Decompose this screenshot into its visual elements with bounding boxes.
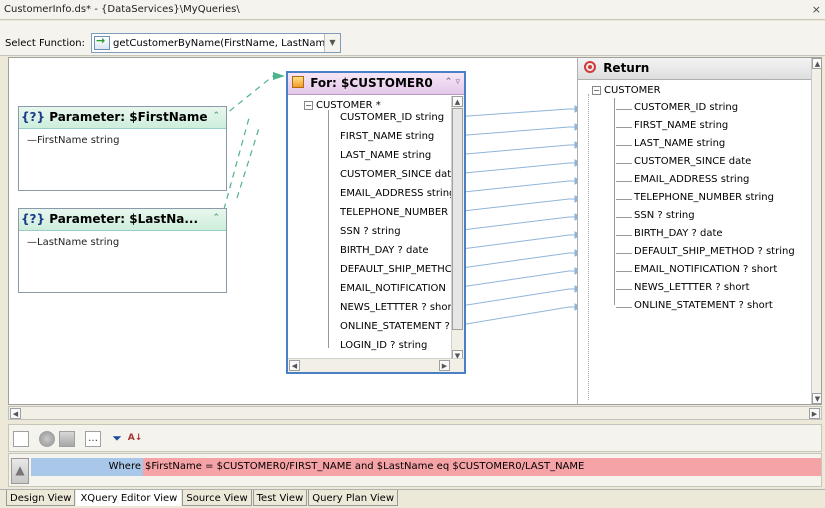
scroll-thumb[interactable] [452, 108, 463, 330]
for-field[interactable]: CUSTOMER_ID string [340, 112, 454, 123]
function-select[interactable]: getCustomerByName(FirstName, LastName) ▼ [91, 33, 341, 53]
return-field[interactable]: CUSTOMER_SINCE date [615, 156, 751, 167]
select-function-label: Select Function: [5, 38, 85, 49]
apply-icon[interactable] [59, 431, 75, 447]
for-field[interactable]: LAST_NAME string [340, 150, 454, 161]
return-field[interactable]: BIRTH_DAY ? date [616, 228, 723, 239]
for-box-header[interactable]: For: $CUSTOMER0 ⌃ ▿ [288, 73, 464, 95]
tree-root[interactable]: − CUSTOMER * [304, 100, 381, 111]
collapse-icon[interactable]: ⌃ [212, 213, 220, 223]
return-field[interactable]: FIRST_NAME string [615, 120, 728, 131]
for-icon [292, 76, 304, 88]
window-title: CustomerInfo.ds* - {DataServices}\MyQuer… [4, 4, 240, 15]
param-field: —FirstName string [27, 135, 120, 146]
for-field[interactable]: DEFAULT_SHIP_METHC [340, 264, 454, 275]
tab-test-view[interactable]: Test View [252, 490, 308, 506]
function-select-value: getCustomerByName(FirstName, LastName) [113, 37, 336, 49]
canvas-vscrollbar[interactable]: ▲ ▼ [811, 58, 821, 404]
canvas-hscrollbar[interactable]: ◀ ▶ [8, 406, 822, 420]
tab-design-view[interactable]: Design View [6, 490, 76, 506]
tab-xquery-editor-view[interactable]: XQuery Editor View [76, 490, 182, 506]
more-button[interactable]: … [85, 431, 101, 447]
where-expression[interactable]: $FirstName = $CUSTOMER0/FIRST_NAME and $… [143, 458, 821, 476]
where-toolbar: … ⏷ A↓ [8, 424, 822, 452]
for-field[interactable]: CUSTOMER_SINCE dat [340, 169, 454, 180]
where-keyword: Where [31, 458, 143, 476]
for-box-vscrollbar[interactable]: ▲ ▼ [451, 96, 464, 361]
return-box-header[interactable]: Return [578, 58, 821, 80]
link-arrowhead [273, 72, 285, 80]
return-field[interactable]: ONLINE_STATEMENT ? short [616, 300, 773, 311]
for-field[interactable]: TELEPHONE_NUMBER s [340, 207, 454, 218]
for-field[interactable]: BIRTH_DAY ? date [340, 245, 454, 256]
close-icon[interactable]: × [812, 3, 821, 16]
scroll-left-icon[interactable]: ◀ [289, 360, 300, 371]
return-field[interactable]: EMAIL_ADDRESS string [615, 174, 749, 185]
filter-icon[interactable]: ⏷ [109, 431, 125, 447]
param-field: —LastName string [27, 237, 120, 248]
scroll-left-icon[interactable]: ◀ [10, 408, 21, 419]
tree-guide [588, 94, 589, 400]
return-field[interactable]: LAST_NAME string [615, 138, 725, 149]
for-field[interactable]: EMAIL_NOTIFICATION [340, 283, 454, 294]
for-box-tree: − CUSTOMER * CUSTOMER_ID string FIRST_NAME… [288, 96, 454, 361]
param-title: Parameter: $FirstName [49, 110, 208, 124]
chevron-down-icon[interactable]: ▼ [324, 34, 340, 52]
for-field[interactable]: FIRST_NAME string [340, 131, 454, 142]
return-tree-root[interactable]: − CUSTOMER [592, 85, 661, 96]
param-icon: {?} [21, 212, 46, 226]
scroll-up-icon[interactable]: ▲ [812, 58, 821, 69]
param-box-firstname[interactable]: {?} Parameter: $FirstName ⌃ —FirstName s… [18, 106, 227, 191]
checkbox-icon[interactable] [13, 431, 29, 447]
param-link [236, 127, 260, 199]
expand-toggle-icon: − [304, 101, 313, 110]
for-box-hscrollbar[interactable]: ◀ ▶ [288, 358, 464, 372]
expand-toggle-icon: − [592, 86, 601, 95]
tree-line [614, 98, 615, 305]
function-bar: Select Function: getCustomerByName(First… [0, 21, 825, 56]
sort-icon[interactable]: A↓ [127, 431, 143, 447]
return-field[interactable]: EMAIL_NOTIFICATION ? short [615, 264, 777, 275]
function-icon [94, 34, 110, 50]
target-icon [584, 61, 596, 73]
param-link [220, 75, 274, 119]
for-field[interactable]: LOGIN_ID ? string [340, 340, 454, 351]
for-field[interactable]: EMAIL_ADDRESS string [340, 188, 454, 199]
param-icon: {?} [21, 110, 46, 124]
collapse-icon[interactable]: ⌃ ▿ [445, 77, 460, 87]
param-header-firstname[interactable]: {?} Parameter: $FirstName ⌃ [19, 107, 226, 129]
param-title: Parameter: $LastNa... [49, 212, 199, 226]
query-design-canvas[interactable]: {?} Parameter: $FirstName ⌃ —FirstName s… [8, 57, 822, 405]
tab-query-plan-view[interactable]: Query Plan View [308, 490, 399, 506]
scroll-right-icon[interactable]: ▶ [809, 408, 820, 419]
for-field[interactable]: ONLINE_STATEMENT ? [340, 321, 454, 332]
return-field[interactable]: SSN ? string [616, 210, 695, 221]
window-titlebar: CustomerInfo.ds* - {DataServices}\MyQuer… [0, 0, 825, 20]
return-box-title: Return [603, 61, 650, 75]
return-field[interactable]: TELEPHONE_NUMBER string [616, 192, 774, 203]
collapse-icon[interactable]: ⌃ [212, 111, 220, 121]
for-field[interactable]: NEWS_LETTTER ? shor [340, 302, 454, 313]
for-box-title: For: $CUSTOMER0 [310, 76, 433, 90]
return-field[interactable]: DEFAULT_SHIP_METHOD ? string [616, 246, 795, 257]
return-box[interactable]: Return − CUSTOMER CUSTOMER_ID string FIRST… [577, 58, 821, 404]
param-header-lastname[interactable]: {?} Parameter: $LastNa... ⌃ [19, 209, 226, 231]
tree-line [328, 110, 329, 348]
move-up-icon[interactable]: ▲ [11, 458, 29, 484]
tab-source-view[interactable]: Source View [182, 490, 252, 506]
scroll-down-icon[interactable]: ▼ [812, 393, 821, 404]
return-field[interactable]: CUSTOMER_ID string [615, 102, 738, 113]
delete-icon[interactable] [39, 431, 55, 447]
param-box-lastname[interactable]: {?} Parameter: $LastNa... ⌃ —LastName st… [18, 208, 227, 293]
return-field[interactable]: NEWS_LETTTER ? short [616, 282, 750, 293]
scroll-right-icon[interactable]: ▶ [439, 360, 450, 371]
scroll-up-icon[interactable]: ▲ [452, 96, 463, 107]
view-tabs: Design View XQuery Editor View Source View… [0, 489, 825, 508]
for-box[interactable]: For: $CUSTOMER0 ⌃ ▿ − CUSTOMER * CUSTOMER… [286, 71, 466, 374]
for-field[interactable]: SSN ? string [340, 226, 454, 237]
where-clause-row: ▲ Where $FirstName = $CUSTOMER0/FIRST_NA… [8, 453, 822, 487]
